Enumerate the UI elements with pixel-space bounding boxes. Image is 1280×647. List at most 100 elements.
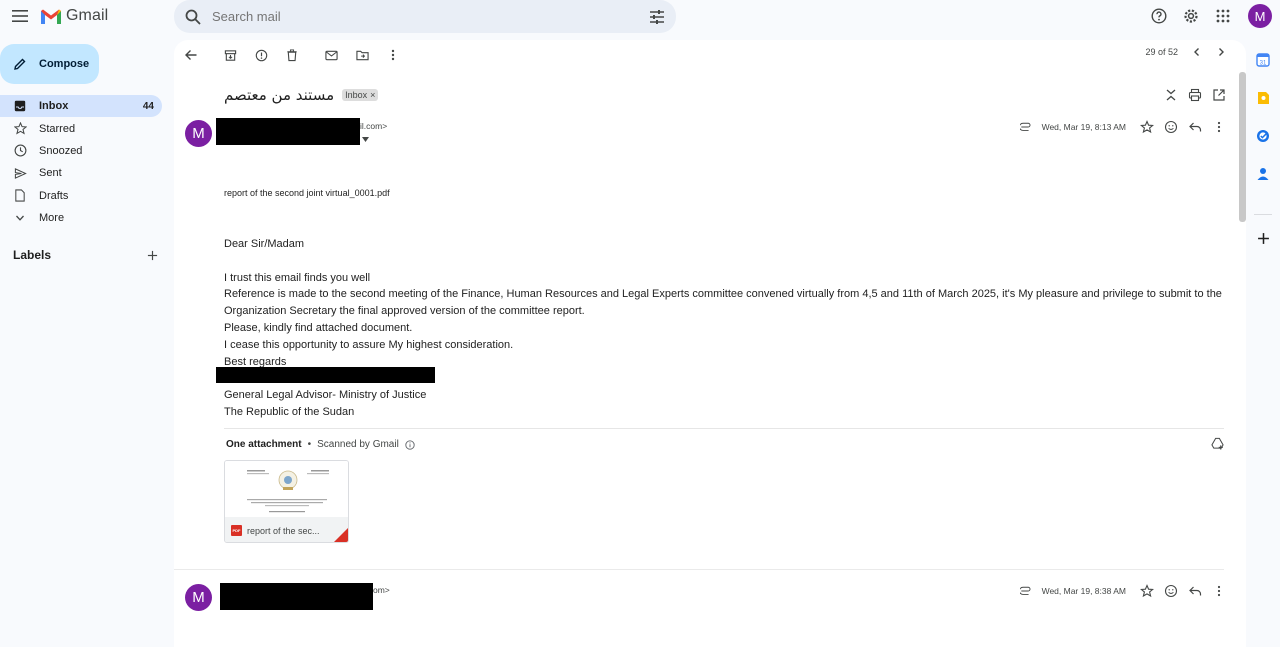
sender-avatar[interactable]: M [185,584,212,611]
report-spam-icon[interactable] [252,46,270,64]
thread-actions [1164,88,1226,102]
attachment-thumbnail [225,461,348,517]
add-to-drive-icon[interactable] [1211,437,1224,450]
attachment-clip-icon [1019,122,1031,131]
main-menu-button[interactable] [8,4,32,28]
sidebar-item-label: Inbox [39,100,69,113]
attachments-divider [224,428,1224,429]
star-icon[interactable] [1140,584,1154,598]
compose-button[interactable]: Compose [0,44,99,84]
star-icon[interactable] [1140,120,1154,134]
attachment-count: One attachment [226,439,302,450]
pencil-icon [14,58,26,70]
sidebar-item-snoozed[interactable]: Snoozed [0,140,162,162]
inline-attachment-name[interactable]: report of the second joint virtual_0001.… [224,188,390,198]
pagination: 29 of 52 [1145,47,1226,57]
calendar-icon[interactable]: 31 [1255,52,1271,68]
account-avatar[interactable]: M [1248,4,1272,28]
pagination-count: 29 of 52 [1145,47,1178,57]
scrollbar-thumb[interactable] [1239,72,1246,222]
redacted-sender [216,118,360,145]
sidebar-item-label: More [39,212,65,225]
svg-text:31: 31 [1260,61,1267,67]
open-in-new-window-icon[interactable] [1212,88,1226,102]
chevron-down-icon [13,211,27,225]
print-icon[interactable] [1188,88,1202,102]
redacted-sender [220,583,373,610]
back-arrow-icon[interactable] [182,46,200,64]
recipient-details-caret-icon[interactable] [362,137,369,142]
move-to-folder-icon[interactable] [353,46,371,64]
get-addons-plus-icon[interactable] [1255,230,1271,246]
chevron-right-icon[interactable] [1216,47,1226,57]
sidebar-item-label: Starred [39,122,76,135]
body-line: Reference is made to the second meeting … [224,288,1222,318]
sender-avatar[interactable]: M [185,120,212,147]
sidebar-item-label: Sent [39,167,62,180]
attachments-header: One attachment • Scanned by Gmail [226,439,415,450]
top-bar: Gmail M [0,0,1280,34]
sidebar-item-label: Drafts [39,189,69,202]
add-reaction-emoji-icon[interactable] [1164,120,1178,134]
message-date: Wed, Mar 19, 8:38 AM [1041,586,1126,596]
more-vert-icon[interactable] [384,46,402,64]
tasks-icon[interactable] [1255,128,1271,144]
pdf-corner-fold [334,528,348,542]
side-panel-rail: 31 [1246,40,1280,647]
collapse-all-icon[interactable] [1164,88,1178,102]
sender-email: il.com> [360,121,388,131]
message-date: Wed, Mar 19, 8:13 AM [1041,122,1126,132]
archive-icon[interactable] [221,46,239,64]
message-more-vert-icon[interactable] [1212,120,1226,134]
gmail-m-icon [41,9,61,24]
mark-unread-icon[interactable] [322,46,340,64]
attachment-clip-icon [1019,586,1031,595]
message-more-vert-icon[interactable] [1212,584,1226,598]
inbox-label-chip[interactable]: Inbox × [342,89,379,101]
attachment-footer: PDF report of the sec... [225,517,348,542]
reply-icon[interactable] [1188,584,1202,598]
message-meta: Wed, Mar 19, 8:38 AM [1019,584,1226,598]
message-view: 29 of 52 مستند من معتصم Inbox × M il.com… [174,40,1246,647]
body-line: The Republic of the Sudan [224,405,355,418]
search-input[interactable] [212,9,648,24]
body-line: Dear Sir/Madam [224,238,305,250]
apps-grid-icon[interactable] [1212,5,1234,27]
message-meta: Wed, Mar 19, 8:13 AM [1019,120,1226,134]
info-icon[interactable] [405,439,415,450]
message-divider [174,569,1224,570]
contacts-icon[interactable] [1255,166,1271,182]
top-right-actions: M [1148,4,1272,28]
bullet-separator: • [307,439,312,450]
sidebar-item-more[interactable]: More [0,207,162,229]
help-icon[interactable] [1148,5,1170,27]
remove-label-icon[interactable]: × [370,90,375,100]
body-line: General Legal Advisor- Ministry of Justi… [224,389,427,402]
sidebar-item-drafts[interactable]: Drafts [0,185,162,207]
sidebar-item-inbox[interactable]: Inbox 44 [0,95,162,118]
search-bar [174,0,676,33]
thread-subject: مستند من معتصم Inbox × [224,86,379,104]
add-label-icon[interactable] [147,250,158,261]
message-body: Dear Sir/Madam I trust this email finds … [224,236,1234,421]
reply-icon[interactable] [1188,120,1202,134]
clock-icon [13,144,27,158]
body-line: Please, kindly find attached document. [224,321,413,334]
search-icon[interactable] [184,8,202,26]
delete-trash-icon[interactable] [283,46,301,64]
sidebar-item-starred[interactable]: Starred [0,117,162,139]
settings-gear-icon[interactable] [1180,5,1202,27]
search-options-icon[interactable] [648,8,666,26]
scanned-label: Scanned by Gmail [317,439,399,450]
add-reaction-emoji-icon[interactable] [1164,584,1178,598]
chevron-left-icon[interactable] [1192,47,1202,57]
attachment-card[interactable]: PDF report of the sec... [224,460,349,543]
gmail-logo[interactable]: Gmail [40,7,108,25]
keep-notes-icon[interactable] [1255,90,1271,106]
inbox-unread-count: 44 [142,100,154,112]
labels-section: Labels [13,248,158,262]
sender-email: om> [373,585,390,595]
send-icon [13,166,27,180]
sidebar-item-sent[interactable]: Sent [0,162,162,184]
redacted-signature-name [216,367,435,383]
